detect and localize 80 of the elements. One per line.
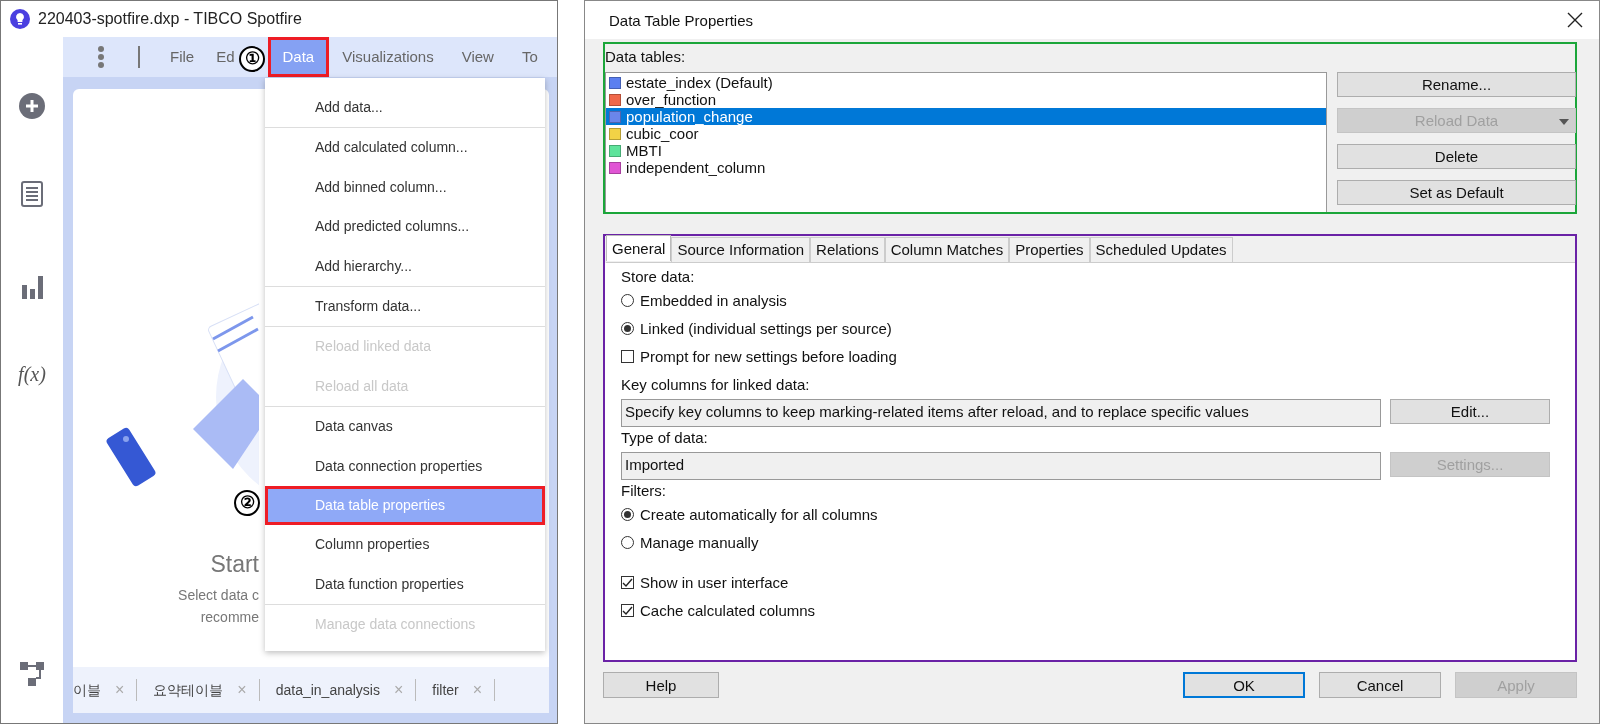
hint-text: Select data c <box>177 586 259 605</box>
option-label: Prompt for new settings before loading <box>640 347 897 365</box>
section-label: Data tables: <box>605 48 687 66</box>
tab[interactable]: General <box>606 235 672 261</box>
radio-button[interactable] <box>621 321 634 335</box>
table-button[interactable]: Set as Default <box>1337 180 1576 205</box>
bulb-logo-icon <box>10 9 30 29</box>
dialog-button[interactable]: Help <box>603 672 719 698</box>
section-label: Store data: <box>621 268 696 286</box>
data-table-list[interactable]: estate_index (Default) over_function population_change cubic_coor MBTI independent_column <box>605 72 1327 212</box>
more-icon <box>98 46 104 68</box>
list-item[interactable]: cubic_coor <box>606 125 1326 142</box>
start-heading: Start <box>209 551 259 578</box>
menu-item[interactable]: Data canvas <box>265 407 545 447</box>
menu-item[interactable]: Add predicted columns... <box>265 207 545 247</box>
option-label: Create automatically for all columns <box>640 505 878 523</box>
read-only-field: Imported <box>621 452 1381 480</box>
menu-item[interactable]: Add data... <box>265 88 545 128</box>
option-label: Cache calculated columns <box>640 601 816 619</box>
table-name: population_change <box>626 108 753 125</box>
close-icon[interactable] <box>1567 12 1583 28</box>
table-name: over_function <box>626 91 717 108</box>
checkbox[interactable] <box>621 575 634 589</box>
list-item[interactable]: independent_column <box>606 159 1326 176</box>
tab[interactable]: Scheduled Updates <box>1089 237 1233 262</box>
checkbox[interactable] <box>621 603 634 617</box>
table-button[interactable]: Rename... <box>1337 72 1576 97</box>
menu-bar-item[interactable]: File <box>156 38 209 76</box>
option-label: Manage manually <box>640 533 759 551</box>
table-name: estate_index (Default) <box>626 74 773 91</box>
add-icon <box>19 93 45 119</box>
menu-item[interactable]: Add calculated column... <box>265 128 545 168</box>
dropdown-caret-icon <box>1559 119 1569 125</box>
radio-button[interactable] <box>621 293 634 307</box>
radio-button[interactable] <box>621 535 634 549</box>
page-tab[interactable]: filter <box>432 681 459 699</box>
tab[interactable]: Properties <box>1009 237 1090 262</box>
list-item[interactable]: estate_index (Default) <box>606 74 1326 91</box>
menu-bar-item[interactable]: Ed <box>208 38 235 76</box>
option-label: Embedded in analysis <box>640 291 787 309</box>
option-label: Linked (individual settings per source) <box>640 319 892 337</box>
menu-bar-item[interactable]: To <box>507 38 552 76</box>
hierarchy-icon <box>19 661 45 687</box>
option-label: Show in user interface <box>640 573 789 591</box>
tab[interactable]: Relations <box>810 237 885 262</box>
menu-item[interactable]: Data function properties <box>265 564 545 605</box>
list-item[interactable]: population_change <box>606 108 1326 125</box>
page-tab[interactable]: 이블 <box>73 681 101 699</box>
menu-bar-item[interactable]: View <box>447 38 508 76</box>
list-item[interactable]: over_function <box>606 91 1326 108</box>
table-button[interactable]: Delete <box>1337 144 1576 169</box>
tab[interactable]: Column Matches <box>884 237 1010 262</box>
list-item[interactable]: MBTI <box>606 142 1326 159</box>
menu-item[interactable]: Add hierarchy... <box>265 246 545 286</box>
section-label: Filters: <box>621 482 667 500</box>
section-label: Key columns for linked data: <box>621 376 811 394</box>
list-icon <box>21 181 43 207</box>
radio-button[interactable] <box>621 507 634 521</box>
table-name: independent_column <box>626 159 766 176</box>
window-title: 220403-spotfire.dxp - TIBCO Spotfire <box>38 10 302 28</box>
page-tab[interactable]: data_in_analysis <box>275 681 380 699</box>
menu-item[interactable]: Add binned column... <box>265 167 545 208</box>
page-tab[interactable]: 요약테이블 <box>153 681 224 699</box>
menu-item[interactable]: Column properties <box>265 525 545 565</box>
formula-label[interactable]: f(x) <box>18 363 46 386</box>
table-name: MBTI <box>626 142 662 159</box>
hint-text: recomme <box>199 608 259 627</box>
bar-chart-icon <box>21 275 43 299</box>
tab[interactable]: Source Information <box>671 237 811 262</box>
checkbox[interactable] <box>621 349 634 363</box>
dialog-button[interactable]: OK <box>1183 672 1305 698</box>
section-label: Type of data: <box>621 429 709 447</box>
dialog-title: Data Table Properties <box>609 11 753 29</box>
read-only-field: Specify key columns to keep marking-related items after reload, and to replace specific values <box>621 399 1381 427</box>
field-button[interactable]: Edit... <box>1390 399 1550 424</box>
dialog-button[interactable]: Cancel <box>1319 672 1441 698</box>
table-name: cubic_coor <box>626 125 699 142</box>
menu-bar-item[interactable]: Visualizations <box>328 38 448 76</box>
menu-item[interactable]: Data connection properties <box>265 446 545 486</box>
menu-item[interactable]: Transform data... <box>265 286 545 327</box>
